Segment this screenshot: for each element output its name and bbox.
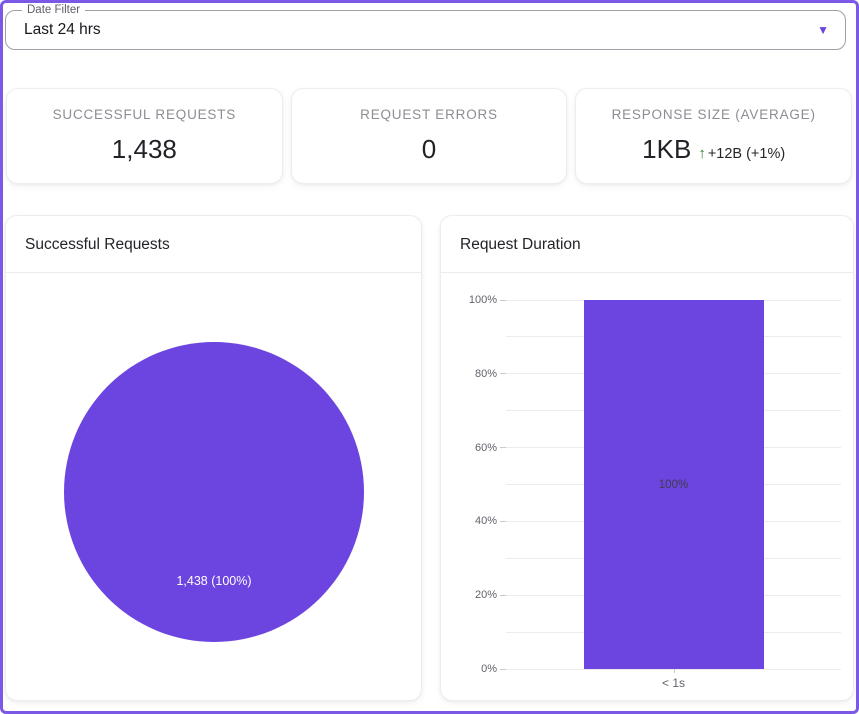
panel-title: Successful Requests bbox=[6, 216, 421, 273]
x-axis-tick-mark bbox=[674, 669, 675, 673]
stat-card-response-size: RESPONSE SIZE (AVERAGE) 1KB ↑+12B (+1%) bbox=[575, 88, 852, 184]
date-filter-select[interactable]: Date Filter Last 24 hrs ▼ bbox=[5, 10, 846, 50]
y-axis-tick-mark bbox=[500, 447, 506, 448]
chevron-down-icon: ▼ bbox=[817, 24, 829, 36]
x-axis-category-label: < 1s bbox=[506, 676, 841, 690]
date-filter-value: Last 24 hrs bbox=[24, 11, 101, 49]
stat-card-request-errors: REQUEST ERRORS 0 bbox=[291, 88, 568, 184]
stats-row: SUCCESSFUL REQUESTS 1,438 REQUEST ERRORS… bbox=[6, 88, 852, 184]
stat-card-successful-requests: SUCCESSFUL REQUESTS 1,438 bbox=[6, 88, 283, 184]
dashboard-page: Date Filter Last 24 hrs ▼ SUCCESSFUL REQ… bbox=[0, 0, 859, 714]
y-axis-tick-mark bbox=[500, 669, 506, 670]
stat-label: REQUEST ERRORS bbox=[360, 107, 498, 122]
bar-value-label: 100% bbox=[584, 479, 764, 491]
y-axis-tick-mark bbox=[500, 521, 506, 522]
y-axis-tick-label: 0% bbox=[481, 662, 497, 676]
stat-delta-text: +12B (+1%) bbox=[708, 146, 785, 162]
y-axis-tick-label: 60% bbox=[475, 441, 497, 455]
y-axis-tick-mark bbox=[500, 595, 506, 596]
stat-value: 0 bbox=[422, 134, 436, 165]
stat-value-row: 1KB ↑+12B (+1%) bbox=[642, 134, 785, 165]
bar-chart-area: 0% 20% 40% 60% 80% 100% 100% < 1s bbox=[441, 273, 853, 701]
bar-chart: 0%20%40%60%80%100%100%< 1s bbox=[506, 300, 841, 669]
stat-label: RESPONSE SIZE (AVERAGE) bbox=[612, 107, 816, 122]
arrow-up-icon: ↑ bbox=[698, 145, 706, 162]
y-axis-tick-label: 100% bbox=[469, 293, 497, 307]
stat-value: 1KB bbox=[642, 134, 691, 165]
y-axis-tick-mark bbox=[500, 300, 506, 301]
stat-label: SUCCESSFUL REQUESTS bbox=[53, 107, 236, 122]
panel-request-duration: Request Duration 0% 20% 40% 60% 80% 100% 100% <… bbox=[440, 215, 854, 701]
y-axis-tick-label: 40% bbox=[475, 514, 497, 528]
pie-chart-slice[interactable]: 1,438 (100%) bbox=[64, 342, 364, 642]
y-axis-tick-label: 80% bbox=[475, 367, 497, 381]
y-axis-tick-label: 20% bbox=[475, 588, 497, 602]
y-axis-tick-mark bbox=[500, 373, 506, 374]
stat-value: 1,438 bbox=[112, 134, 177, 165]
pie-slice-label: 1,438 (100%) bbox=[64, 574, 364, 588]
stat-delta: ↑+12B (+1%) bbox=[698, 145, 785, 162]
bar-segment[interactable]: 100% bbox=[584, 300, 764, 669]
panel-title: Request Duration bbox=[441, 216, 853, 273]
pie-chart-area: 1,438 (100%) bbox=[6, 273, 421, 701]
panel-successful-requests: Successful Requests 1,438 (100%) bbox=[5, 215, 422, 701]
